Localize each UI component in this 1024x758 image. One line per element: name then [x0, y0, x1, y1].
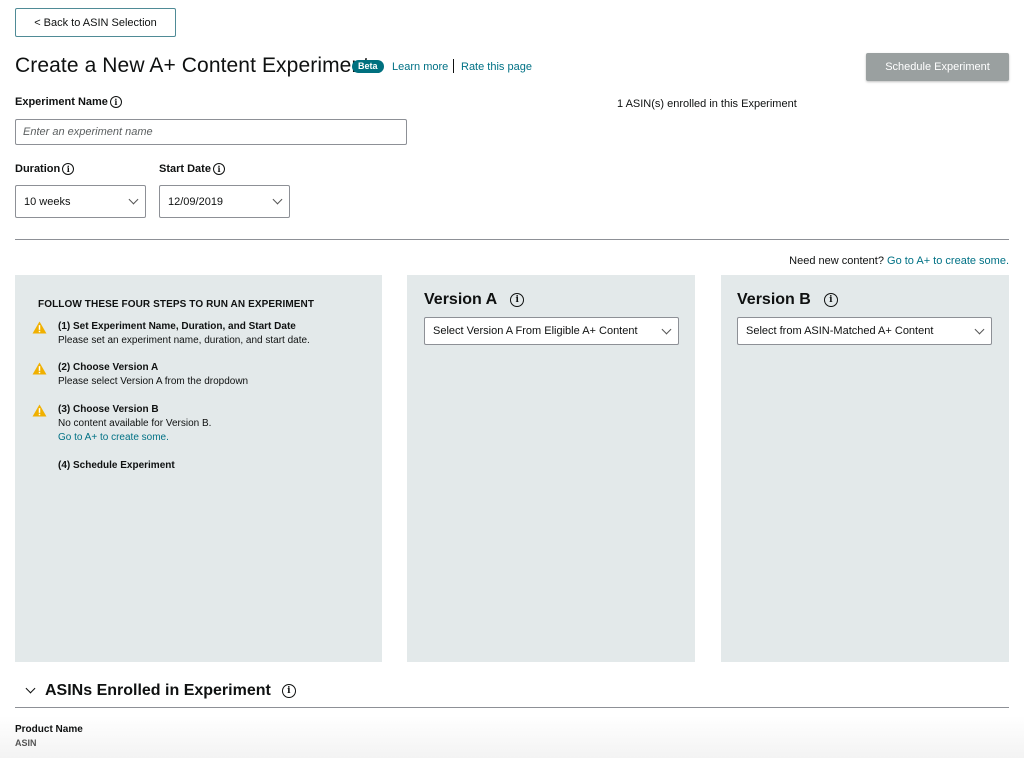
duration-label: Duration i: [15, 163, 75, 175]
product-name-header: Product Name: [15, 724, 83, 735]
steps-title: FOLLOW THESE FOUR STEPS TO RUN AN EXPERI…: [38, 299, 315, 310]
version-b-select-value: Select from ASIN-Matched A+ Content: [746, 325, 934, 337]
enrolled-count-text: 1 ASIN(s) enrolled in this Experiment: [617, 98, 797, 110]
schedule-experiment-button[interactable]: Schedule Experiment: [866, 53, 1009, 81]
step-description: No content available for Version B.: [58, 418, 212, 429]
step-2: (2) Choose Version A Please select Versi…: [32, 361, 248, 389]
chevron-down-icon: [128, 194, 139, 205]
step-description: Please set an experiment name, duration,…: [58, 335, 310, 346]
step-description: Please select Version A from the dropdow…: [58, 376, 249, 387]
version-b-title-text: Version B: [737, 291, 811, 308]
info-icon[interactable]: i: [823, 293, 838, 307]
duration-select[interactable]: 10 weeks: [15, 185, 146, 218]
start-date-value: 12/09/2019: [168, 195, 224, 208]
start-date-label: Start Date i: [159, 163, 225, 175]
need-new-content: Need new content? Go to A+ to create som…: [789, 255, 1009, 267]
step-title: (3) Choose Version B: [58, 404, 159, 415]
asins-enrolled-title[interactable]: ASINs Enrolled in Experiment i: [45, 682, 296, 700]
back-to-asin-selection-button[interactable]: < Back to ASIN Selection: [15, 8, 176, 37]
chevron-down-icon[interactable]: [25, 683, 36, 694]
info-icon[interactable]: i: [62, 163, 75, 175]
info-icon[interactable]: i: [510, 293, 525, 307]
experiment-name-label-text: Experiment Name: [15, 96, 108, 108]
link-separator: [453, 59, 454, 73]
step-title: (2) Choose Version A: [58, 362, 159, 373]
version-b-select[interactable]: Select from ASIN-Matched A+ Content: [737, 317, 992, 345]
chevron-down-icon: [272, 194, 283, 205]
warning-icon: [32, 321, 47, 334]
step-title: (4) Schedule Experiment: [58, 460, 175, 471]
start-date-label-text: Start Date: [159, 163, 211, 175]
step-title: (1) Set Experiment Name, Duration, and S…: [58, 321, 296, 332]
step-4: (4) Schedule Experiment: [32, 459, 175, 473]
page-title: Create a New A+ Content Experiment: [15, 54, 370, 77]
duration-label-text: Duration: [15, 163, 61, 175]
experiment-name-input[interactable]: [15, 119, 407, 145]
asins-enrolled-title-text: ASINs Enrolled in Experiment: [45, 682, 271, 699]
learn-more-link[interactable]: Learn more: [392, 61, 448, 73]
beta-badge: Beta: [352, 60, 384, 73]
duration-value: 10 weeks: [24, 195, 71, 208]
need-new-content-text: Need new content?: [789, 255, 884, 267]
step-3: (3) Choose Version B No content availabl…: [32, 403, 211, 445]
chevron-down-icon: [661, 324, 672, 334]
version-a-title-text: Version A: [424, 291, 498, 308]
experiment-name-label: Experiment Name i: [15, 96, 122, 108]
step-1: (1) Set Experiment Name, Duration, and S…: [32, 320, 310, 348]
info-icon[interactable]: i: [281, 684, 296, 698]
asins-divider: [15, 707, 1009, 708]
asin-header: ASIN: [15, 738, 37, 748]
go-to-aplus-link[interactable]: Go to A+ to create some.: [887, 255, 1009, 267]
warning-icon: [32, 404, 47, 417]
go-to-aplus-link[interactable]: Go to A+ to create some.: [58, 432, 169, 443]
chevron-down-icon: [974, 324, 985, 334]
warning-icon: [32, 362, 47, 375]
rate-this-page-link[interactable]: Rate this page: [461, 61, 532, 73]
info-icon[interactable]: i: [212, 163, 225, 175]
version-a-title: Version A i: [424, 291, 525, 309]
section-divider: [15, 239, 1009, 240]
info-icon[interactable]: i: [109, 96, 122, 108]
table-header-background: [0, 716, 1024, 758]
start-date-select[interactable]: 12/09/2019: [159, 185, 290, 218]
version-b-title: Version B i: [737, 291, 838, 309]
version-a-select-value: Select Version A From Eligible A+ Conten…: [433, 325, 638, 337]
version-a-select[interactable]: Select Version A From Eligible A+ Conten…: [424, 317, 679, 345]
